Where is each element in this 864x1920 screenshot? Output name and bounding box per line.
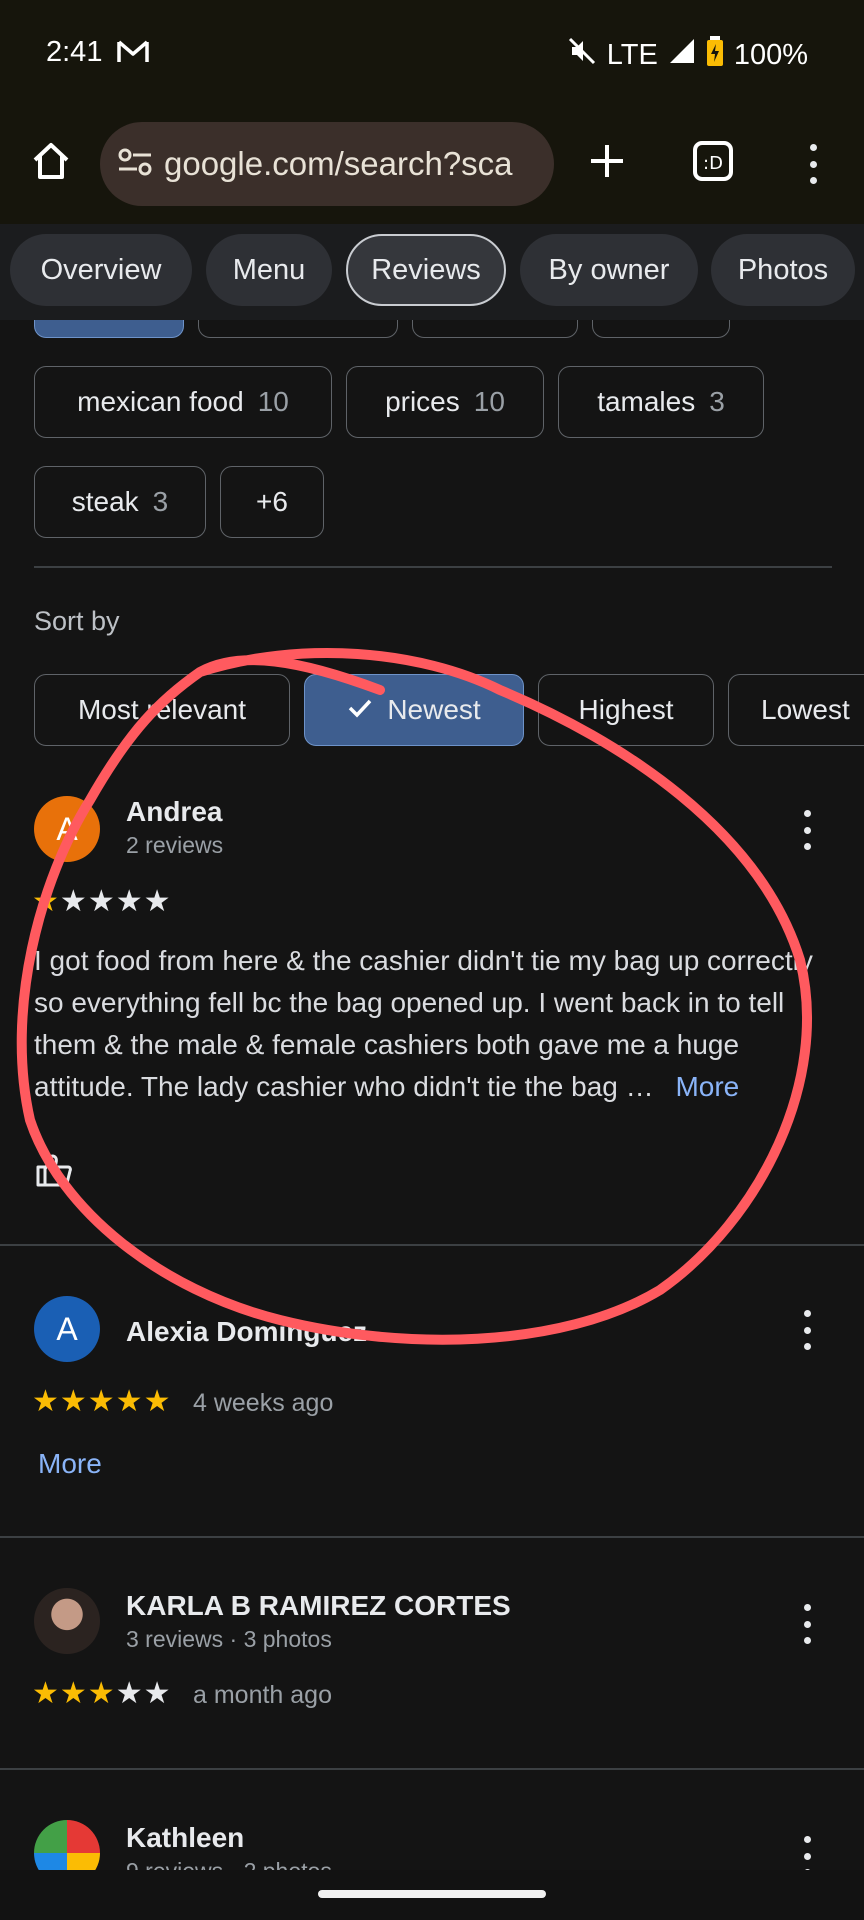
hidden-chip[interactable] [34, 320, 184, 338]
star-icon: ★ [87, 885, 116, 918]
star-icon: ★ [59, 885, 88, 918]
topic-chip-mexican-food[interactable]: mexican food 10 [34, 366, 332, 438]
more-link[interactable]: More [38, 1448, 102, 1480]
review-options-icon[interactable] [797, 810, 817, 850]
sort-most-relevant[interactable]: Most relevant [34, 674, 290, 746]
tab-photos[interactable]: Photos [711, 234, 855, 306]
star-icon: ★★★★★ [32, 1385, 172, 1418]
tab-switcher-icon[interactable]: :D [692, 140, 734, 187]
tab-reviews[interactable]: Reviews [346, 234, 506, 306]
chip-label: +6 [256, 486, 288, 517]
network-label: LTE [606, 38, 658, 71]
star-rating: ★★★★★ [32, 884, 172, 919]
review-divider [0, 1768, 864, 1770]
mute-icon [567, 36, 597, 74]
star-icon: ★ [115, 885, 144, 918]
hidden-chip[interactable] [198, 320, 398, 338]
review-options-icon[interactable] [797, 1310, 817, 1350]
more-link[interactable]: More [675, 1071, 739, 1102]
star-icon: ★★ [115, 1677, 172, 1710]
browser-menu-icon[interactable] [803, 144, 823, 184]
reviewer-name[interactable]: Andrea [126, 796, 222, 828]
url-bar[interactable]: google.com/search?sca [100, 122, 554, 206]
gmail-notification-icon [116, 38, 150, 71]
topic-chip-more[interactable]: +6 [220, 466, 324, 538]
star-icon: ★ [143, 885, 172, 918]
reviewer-name[interactable]: Alexia Dominguez [126, 1316, 367, 1348]
star-rating: ★★★★★ [32, 1384, 171, 1419]
tab-menu[interactable]: Menu [206, 234, 332, 306]
status-bar: 2:41 LTE 100% [0, 0, 864, 110]
review-options-icon[interactable] [797, 1604, 817, 1644]
hidden-chip[interactable] [592, 320, 730, 338]
topic-chip-steak[interactable]: steak 3 [34, 466, 206, 538]
divider [34, 566, 832, 568]
site-settings-icon[interactable] [116, 146, 156, 183]
svg-text::D: :D [703, 153, 723, 174]
reviewer-name[interactable]: KARLA B RAMIREZ CORTES [126, 1590, 511, 1622]
review-text: I got food from here & the cashier didn'… [34, 940, 840, 1108]
reviewer-meta: 2 reviews [126, 832, 224, 858]
sort-newest[interactable]: Newest [304, 674, 524, 746]
sort-by-label: Sort by [34, 606, 120, 636]
check-icon [347, 694, 373, 726]
sort-highest[interactable]: Highest [538, 674, 714, 746]
topic-chip-tamales[interactable]: tamales 3 [558, 366, 764, 438]
star-rating: ★★★★★ [32, 1676, 171, 1711]
review-divider [0, 1536, 864, 1538]
status-right: LTE 100% [567, 36, 808, 74]
chip-count: 10 [257, 386, 289, 417]
place-tabs: Overview Menu Reviews By owner Photos [0, 224, 864, 320]
review-time: a month ago [193, 1681, 332, 1709]
tab-by-owner[interactable]: By owner [520, 234, 698, 306]
like-icon[interactable] [34, 1152, 74, 1193]
status-time: 2:41 [46, 36, 103, 68]
avatar[interactable]: A [34, 1296, 100, 1362]
reviewer-name[interactable]: Kathleen [126, 1822, 244, 1854]
new-tab-icon[interactable] [588, 142, 626, 185]
sort-lowest[interactable]: Lowest [728, 674, 864, 746]
avatar[interactable]: A [34, 796, 100, 862]
sort-option-label: Newest [387, 694, 481, 725]
chip-count: 3 [152, 486, 169, 517]
battery-percent: 100% [733, 38, 808, 71]
home-icon[interactable] [30, 140, 72, 187]
chip-count: 3 [709, 386, 725, 417]
star-icon: ★★★ [32, 1677, 116, 1710]
chip-count: 10 [473, 386, 505, 417]
topic-chip-prices[interactable]: prices 10 [346, 366, 544, 438]
url-text: google.com/search?sca [164, 145, 513, 182]
tab-overview[interactable]: Overview [10, 234, 192, 306]
star-icon: ★ [32, 885, 60, 918]
review-time: 4 weeks ago [193, 1389, 334, 1417]
avatar[interactable] [34, 1588, 100, 1654]
chip-label: mexican food [77, 386, 244, 417]
reviewer-meta: 3 reviews · 3 photos [126, 1626, 332, 1652]
review-divider [0, 1244, 864, 1246]
browser-toolbar: google.com/search?sca :D [0, 110, 864, 225]
chip-label: tamales [597, 386, 696, 417]
hidden-chip[interactable] [412, 320, 578, 338]
gesture-handle[interactable] [318, 1890, 546, 1898]
chip-label: steak [71, 486, 139, 517]
signal-icon [668, 37, 696, 73]
battery-icon [706, 36, 724, 74]
chip-label: prices [385, 386, 460, 417]
